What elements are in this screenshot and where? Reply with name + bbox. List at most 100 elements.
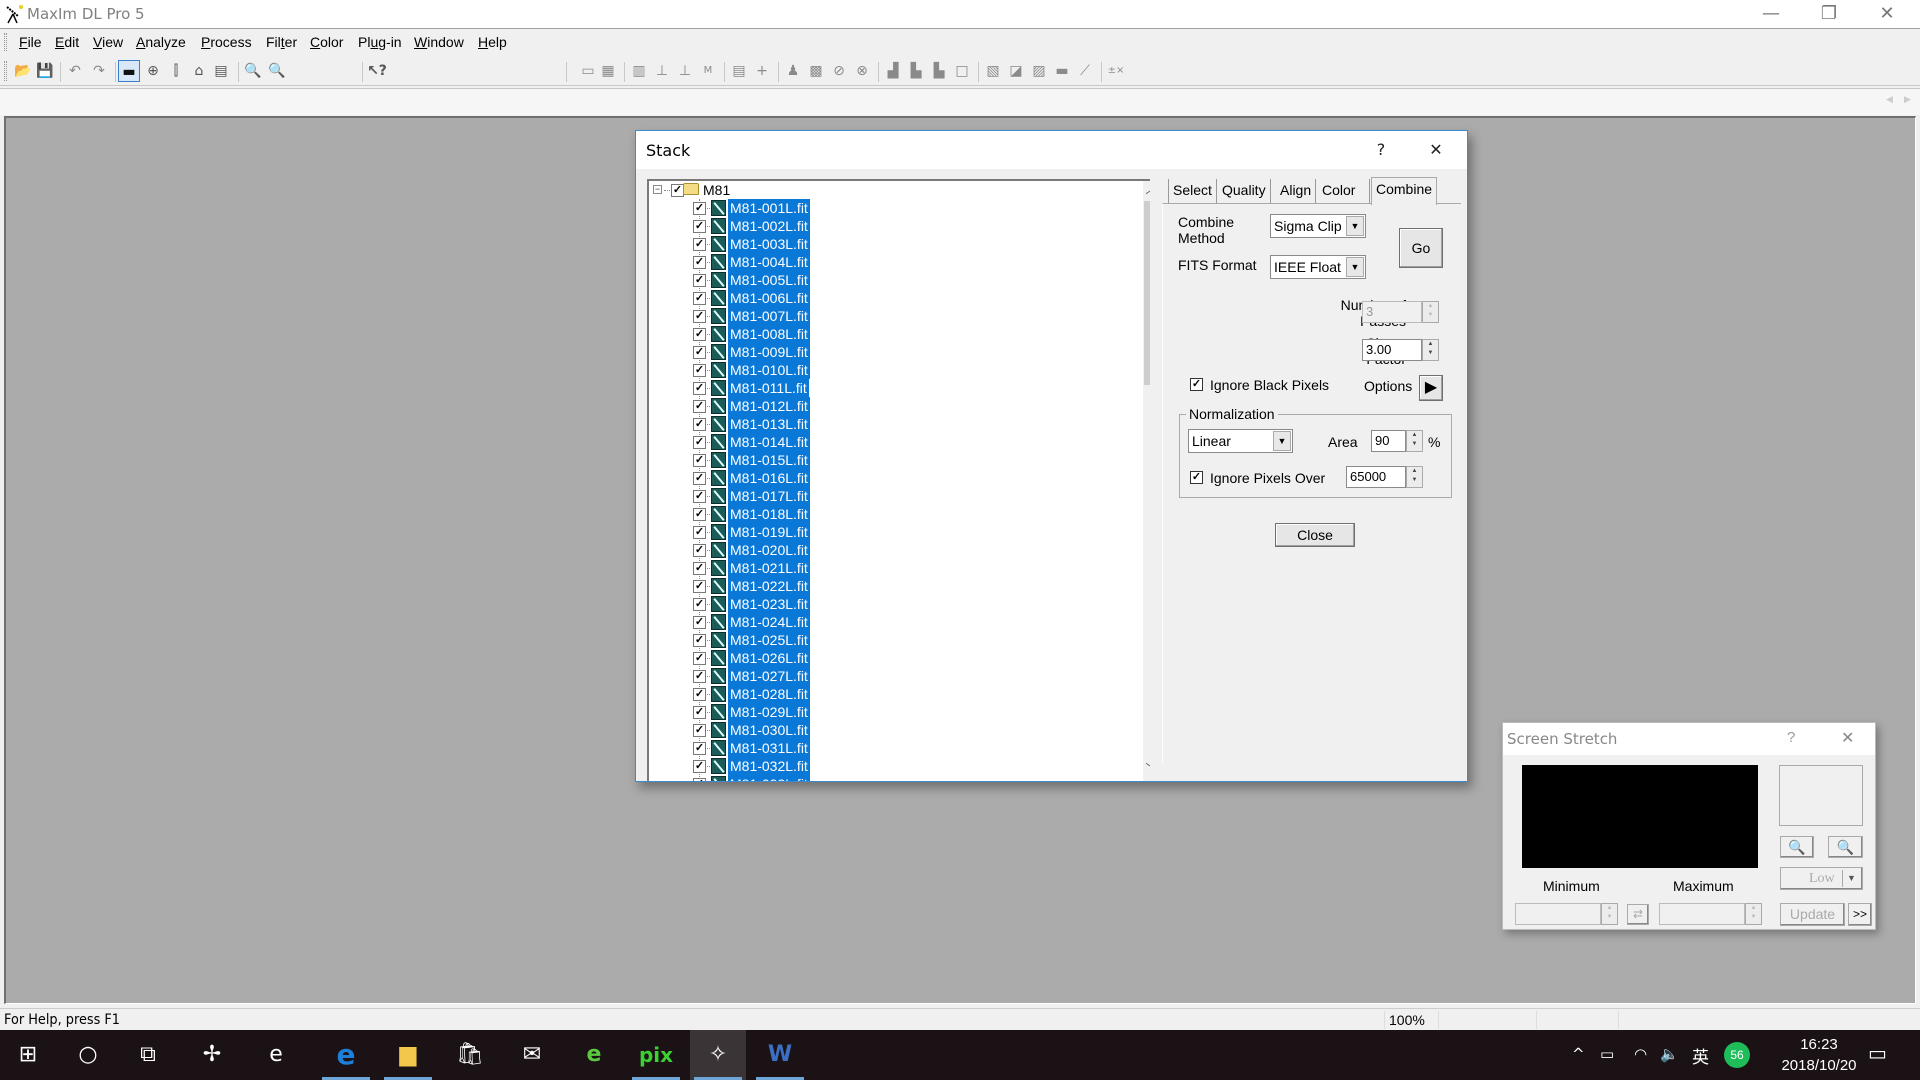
tree-file-row[interactable]: ✓ M81-027L.fit [649,667,1139,685]
file-checkbox[interactable]: ✓ [693,256,706,269]
chevron-down-icon[interactable]: ▼ [1346,257,1364,277]
dark-icon[interactable]: ⊘ [828,60,850,82]
properties-icon[interactable]: ▤ [210,60,232,82]
tab-combine[interactable]: Combine [1371,177,1437,205]
help-button[interactable]: ? [1787,729,1795,746]
file-checkbox[interactable]: ✓ [693,688,706,701]
calibrate-icon[interactable]: ▥ [628,60,650,82]
file-checkbox[interactable]: ✓ [693,760,706,773]
file-checkbox[interactable]: ✓ [693,454,706,467]
tree-file-row[interactable]: ✓ M81-003L.fit [649,235,1139,253]
zoom-in-icon[interactable]: 🔍 [242,60,264,82]
sigma-spinner[interactable]: ▲ ▼ [1422,339,1439,361]
file-checkbox[interactable]: ✓ [693,562,706,575]
restore-button[interactable]: ❐ [1800,0,1858,29]
menu-process[interactable]: Process [201,34,252,50]
start-icon[interactable]: ⊞ [0,1030,56,1080]
scroll-right-icon[interactable]: ▶ [1904,94,1911,105]
edge-icon[interactable]: e [318,1030,374,1080]
histogram-display[interactable] [1522,765,1758,868]
menu-grip[interactable] [4,33,7,51]
mail-icon[interactable]: ✉ [504,1030,560,1080]
stretch-mode-select[interactable]: Low ▼ [1780,867,1863,890]
file-checkbox[interactable]: ✓ [693,382,706,395]
align-icon[interactable]: ⊥ [651,60,673,82]
file-checkbox[interactable]: ✓ [693,778,706,781]
line-profile-icon[interactable]: ▭ [577,60,599,82]
chevron-down-icon[interactable]: ▼ [1842,870,1860,887]
tree-file-row[interactable]: ✓ M81-033L.fit [649,775,1139,781]
tree-group-row[interactable]: − ✓ M81 [649,181,1139,199]
median-icon[interactable]: M [697,60,719,82]
tree-file-row[interactable]: ✓ M81-007L.fit [649,307,1139,325]
ignore-pixels-over-input[interactable]: 65000 [1346,466,1406,488]
scroll-thumb[interactable] [1144,201,1150,385]
tree-file-row[interactable]: ✓ M81-011L.fit [649,379,1139,397]
toolbar-grip[interactable] [4,61,7,81]
tree-file-row[interactable]: ✓ M81-025L.fit [649,631,1139,649]
tree-file-row[interactable]: ✓ M81-014L.fit [649,433,1139,451]
close-button[interactable]: Close [1275,523,1355,547]
battery-icon[interactable]: ▭ [1600,1045,1614,1063]
tree-file-row[interactable]: ✓ M81-004L.fit [649,253,1139,271]
tree-scrollbar[interactable]: ︿ ﹀ [1143,181,1150,781]
update-button[interactable]: Update [1780,903,1845,926]
expand-button[interactable]: >> [1848,903,1872,926]
file-checkbox[interactable]: ✓ [693,436,706,449]
word-icon[interactable]: W [752,1030,808,1080]
file-checkbox[interactable]: ✓ [693,652,706,665]
tree-file-row[interactable]: ✓ M81-017L.fit [649,487,1139,505]
frame-icon[interactable]: □ [951,60,973,82]
wifi-icon[interactable]: ◠ [1634,1045,1647,1063]
tree-file-row[interactable]: ✓ M81-020L.fit [649,541,1139,559]
tree-file-row[interactable]: ✓ M81-022L.fit [649,577,1139,595]
clock-date[interactable]: 2018/10/20 [1766,1057,1872,1074]
volume-icon[interactable]: 🔈 [1660,1045,1679,1063]
file-checkbox[interactable]: ✓ [693,364,706,377]
kernel-icon[interactable]: ♟ [782,60,804,82]
minimize-button[interactable]: — [1742,0,1800,29]
file-checkbox[interactable]: ✓ [693,292,706,305]
area-input[interactable]: 90 [1371,430,1406,452]
help-button[interactable]: ? [1358,135,1404,165]
close-stretch-button[interactable]: ✕ [1841,728,1854,748]
tree-file-row[interactable]: ✓ M81-015L.fit [649,451,1139,469]
file-checkbox[interactable]: ✓ [693,490,706,503]
options-expand-button[interactable]: ▶ [1419,375,1443,401]
tree-file-row[interactable]: ✓ M81-001L.fit [649,199,1139,217]
save-icon[interactable]: 💾 [34,60,56,82]
fits-format-select[interactable]: IEEE Float ▼ [1270,255,1366,279]
rotate-icon[interactable]: ▨ [1028,60,1050,82]
go-button[interactable]: Go [1399,228,1443,268]
clock-time[interactable]: 16:23 [1786,1036,1852,1053]
menu-edit[interactable]: Edit [55,34,79,50]
combine-icon[interactable]: ⊥ [674,60,696,82]
tab-quality[interactable]: Quality [1218,179,1271,203]
store-icon[interactable]: 🛍 [442,1030,498,1080]
file-checkbox[interactable]: ✓ [693,670,706,683]
ignore-pixels-over-checkbox[interactable]: ✓ [1190,471,1203,484]
file-checkbox[interactable]: ✓ [693,328,706,341]
tree-file-row[interactable]: ✓ M81-031L.fit [649,739,1139,757]
file-explorer-icon[interactable]: ▆ [380,1030,436,1080]
tree-file-row[interactable]: ✓ M81-023L.fit [649,595,1139,613]
telescope-icon[interactable] [4,4,24,24]
security-badge-icon[interactable]: 56 [1724,1042,1750,1068]
file-tree[interactable]: − ✓ M81 ✓ M81-001L.fit ✓ M81-002L.fit ✓ M81-003L… [647,179,1150,781]
chevron-down-icon[interactable]: ▼ [1273,431,1291,451]
zoom-out-button[interactable]: 🔍 [1828,836,1863,858]
file-checkbox[interactable]: ✓ [693,310,706,323]
tab-select[interactable]: Select [1168,179,1217,203]
chevron-down-icon[interactable]: ▼ [1346,216,1364,236]
pixinsight-icon[interactable]: pix [628,1030,684,1080]
file-checkbox[interactable]: ✓ [693,508,706,521]
file-checkbox[interactable]: ✓ [693,202,706,215]
tree-file-row[interactable]: ✓ M81-024L.fit [649,613,1139,631]
image-window-icon[interactable]: ▬ [118,60,140,82]
histogram-icon[interactable]: ▦ [597,60,619,82]
tab-align[interactable]: Align [1276,179,1317,203]
file-checkbox[interactable]: ✓ [693,706,706,719]
bin-icon[interactable]: ▙ [928,60,950,82]
curve-icon[interactable]: ⟋ [1074,60,1096,82]
file-checkbox[interactable]: ✓ [693,742,706,755]
